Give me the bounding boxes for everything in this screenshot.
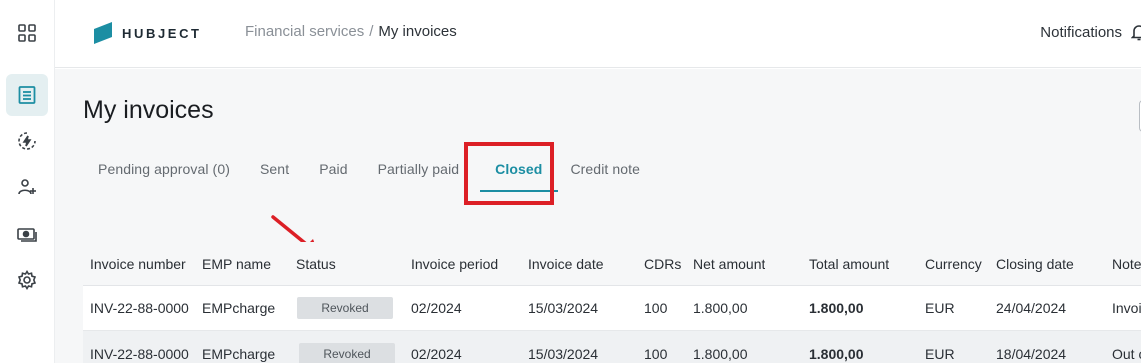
sidebar-item-charging[interactable]	[6, 120, 48, 162]
logo-text: HUBJECT	[122, 25, 202, 41]
emp-name-cell: EMPcharge	[202, 300, 276, 316]
currency-cell: EUR	[925, 345, 955, 362]
bell-icon	[1131, 25, 1141, 41]
tab-paid[interactable]: Paid	[304, 148, 362, 192]
cdrs-cell: 100	[644, 300, 668, 316]
add-user-icon	[18, 179, 36, 195]
column-header-note[interactable]: Note	[1112, 242, 1141, 285]
sidebar-item-invoices[interactable]	[6, 74, 48, 116]
column-header-cdrs[interactable]: CDRs	[644, 242, 681, 285]
charging-icon	[18, 132, 36, 150]
emp-name-cell: EMPcharge	[202, 345, 276, 362]
total-amount-cell: 1.800,00	[809, 300, 864, 316]
status-badge: Revoked	[299, 342, 395, 363]
column-header-net-amount[interactable]: Net amount	[693, 242, 765, 285]
breadcrumb-current: My invoices	[378, 23, 457, 40]
notifications-button[interactable]: Notifications	[1040, 23, 1141, 41]
hubject-logo-icon	[94, 22, 112, 44]
notifications-label: Notifications	[1040, 23, 1122, 41]
column-header-invoice-date[interactable]: Invoice date	[528, 242, 604, 285]
invoice-date-cell: 15/03/2024	[528, 345, 599, 362]
invoice-number-cell: INV-22-88-0000	[90, 345, 189, 362]
main-content: My invoices Pending approval (0) Sent Pa…	[55, 69, 1141, 363]
sidebar-item-money[interactable]	[6, 213, 48, 255]
tab-credit-note[interactable]: Credit note	[564, 148, 655, 192]
total-amount-cell: 1.800,00	[809, 345, 864, 362]
money-icon	[17, 228, 37, 242]
invoice-period-cell: 02/2024	[411, 300, 462, 316]
column-header-invoice-period[interactable]: Invoice period	[411, 242, 498, 285]
apps-grid-icon	[18, 24, 36, 42]
column-header-status[interactable]: Status	[296, 242, 336, 285]
breadcrumb-parent[interactable]: Financial services	[245, 23, 364, 40]
note-cell: Invoi	[1112, 300, 1141, 316]
invoice-list-icon	[18, 86, 36, 104]
invoice-period-cell: 02/2024	[411, 345, 462, 362]
closing-date-cell: 24/04/2024	[996, 300, 1067, 316]
invoice-date-cell: 15/03/2024	[528, 300, 599, 316]
net-amount-cell: 1.800,00	[693, 300, 748, 316]
invoice-number-cell: INV-22-88-0000	[90, 300, 189, 316]
sidebar-item-add-user[interactable]	[6, 166, 48, 208]
table-row[interactable]: INV-22-88-0000 EMPcharge Revoked 02/2024…	[83, 286, 1141, 331]
column-header-currency[interactable]: Currency	[925, 242, 982, 285]
tab-pending-approval[interactable]: Pending approval (0)	[83, 148, 245, 192]
column-header-closing-date[interactable]: Closing date	[996, 242, 1074, 285]
breadcrumb-separator: /	[369, 23, 374, 40]
breadcrumb: Financial services / My invoices	[245, 23, 457, 40]
tab-partially-paid[interactable]: Partially paid	[363, 148, 475, 192]
gear-icon	[17, 269, 37, 291]
column-header-emp-name[interactable]: EMP name	[202, 242, 271, 285]
closing-date-cell: 18/04/2024	[996, 345, 1067, 362]
status-badge: Revoked	[297, 297, 393, 319]
column-header-invoice-number[interactable]: Invoice number	[90, 242, 186, 285]
top-bar: HUBJECT Financial services / My invoices N…	[55, 0, 1141, 68]
note-cell: Out c	[1112, 345, 1141, 362]
cdrs-cell: 100	[644, 345, 668, 362]
table-header-row: Invoice number EMP name Status Invoice p…	[83, 242, 1141, 286]
hubject-logo[interactable]: HUBJECT	[93, 21, 202, 45]
status-cell: Revoked	[299, 331, 395, 363]
invoice-tabs: Pending approval (0) Sent Paid Partially…	[83, 148, 655, 192]
sidebar-rail	[0, 0, 55, 363]
table-row[interactable]: INV-22-88-0000 EMPcharge Revoked 02/2024…	[83, 331, 1141, 363]
highlight-annotation-box	[464, 142, 554, 205]
currency-cell: EUR	[925, 300, 955, 316]
status-cell: Revoked	[297, 286, 393, 330]
column-header-total-amount[interactable]: Total amount	[809, 242, 889, 285]
net-amount-cell: 1.800,00	[693, 345, 748, 362]
tab-sent[interactable]: Sent	[245, 148, 304, 192]
page-title: My invoices	[83, 96, 214, 124]
apps-grid-button[interactable]	[6, 12, 48, 54]
sidebar-item-settings[interactable]	[6, 259, 48, 301]
